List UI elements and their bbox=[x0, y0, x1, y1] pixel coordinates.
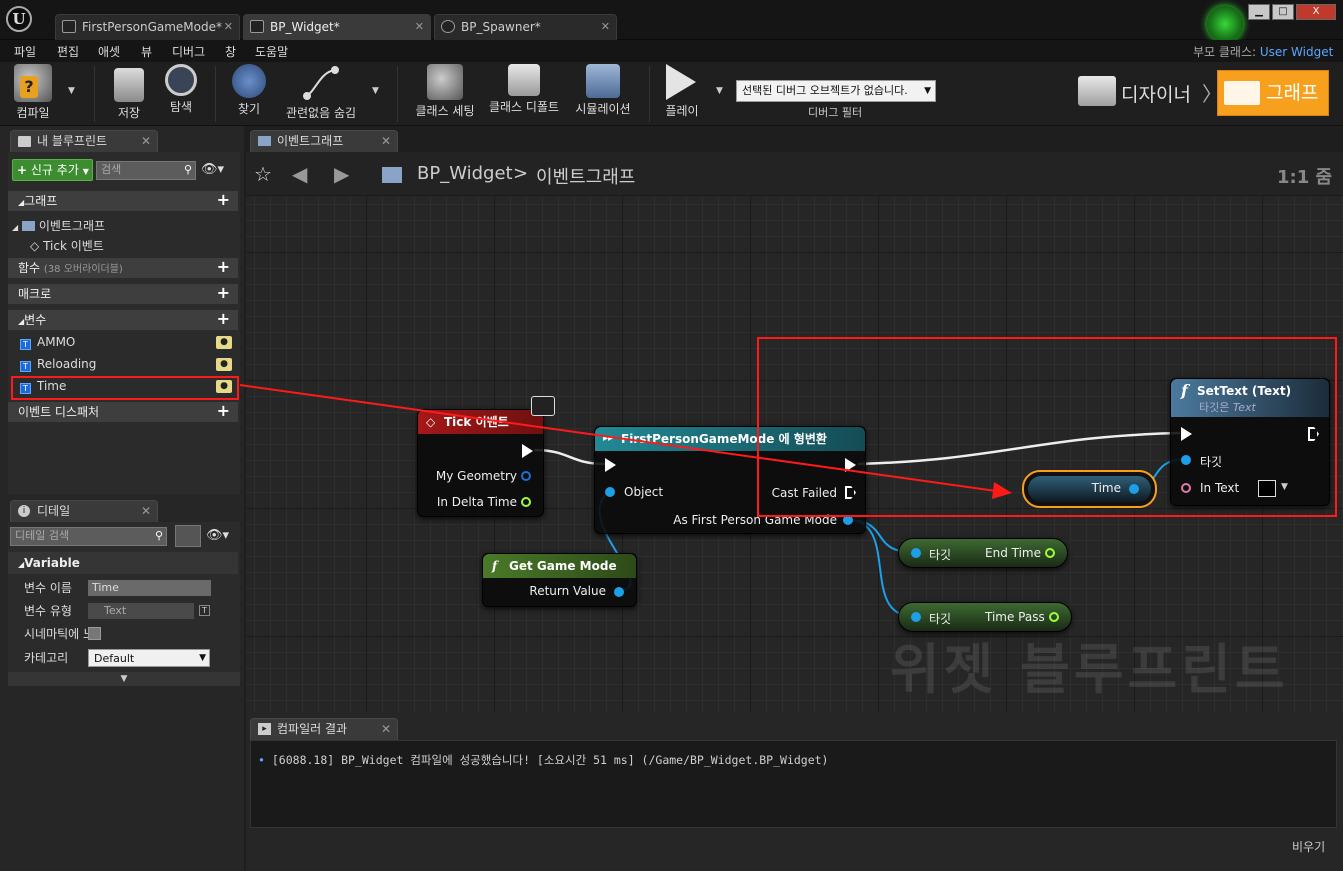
clear-button[interactable]: 비우기 bbox=[1292, 838, 1325, 855]
compiler-log-text: [6088.18] BP_Widget 컴파일에 성공했습니다! [소요시간 5… bbox=[271, 753, 829, 767]
compiler-log-line: • [6088.18] BP_Widget 컴파일에 성공했습니다! [소요시간… bbox=[258, 752, 829, 768]
close-icon[interactable]: ✕ bbox=[381, 719, 391, 739]
compiler-tab-label: 컴파일러 결과 bbox=[277, 722, 348, 736]
compiler-results-tab[interactable]: ▸ 컴파일러 결과 ✕ bbox=[250, 718, 398, 740]
bullet-icon: • bbox=[258, 753, 265, 767]
terminal-icon: ▸ bbox=[258, 723, 271, 735]
